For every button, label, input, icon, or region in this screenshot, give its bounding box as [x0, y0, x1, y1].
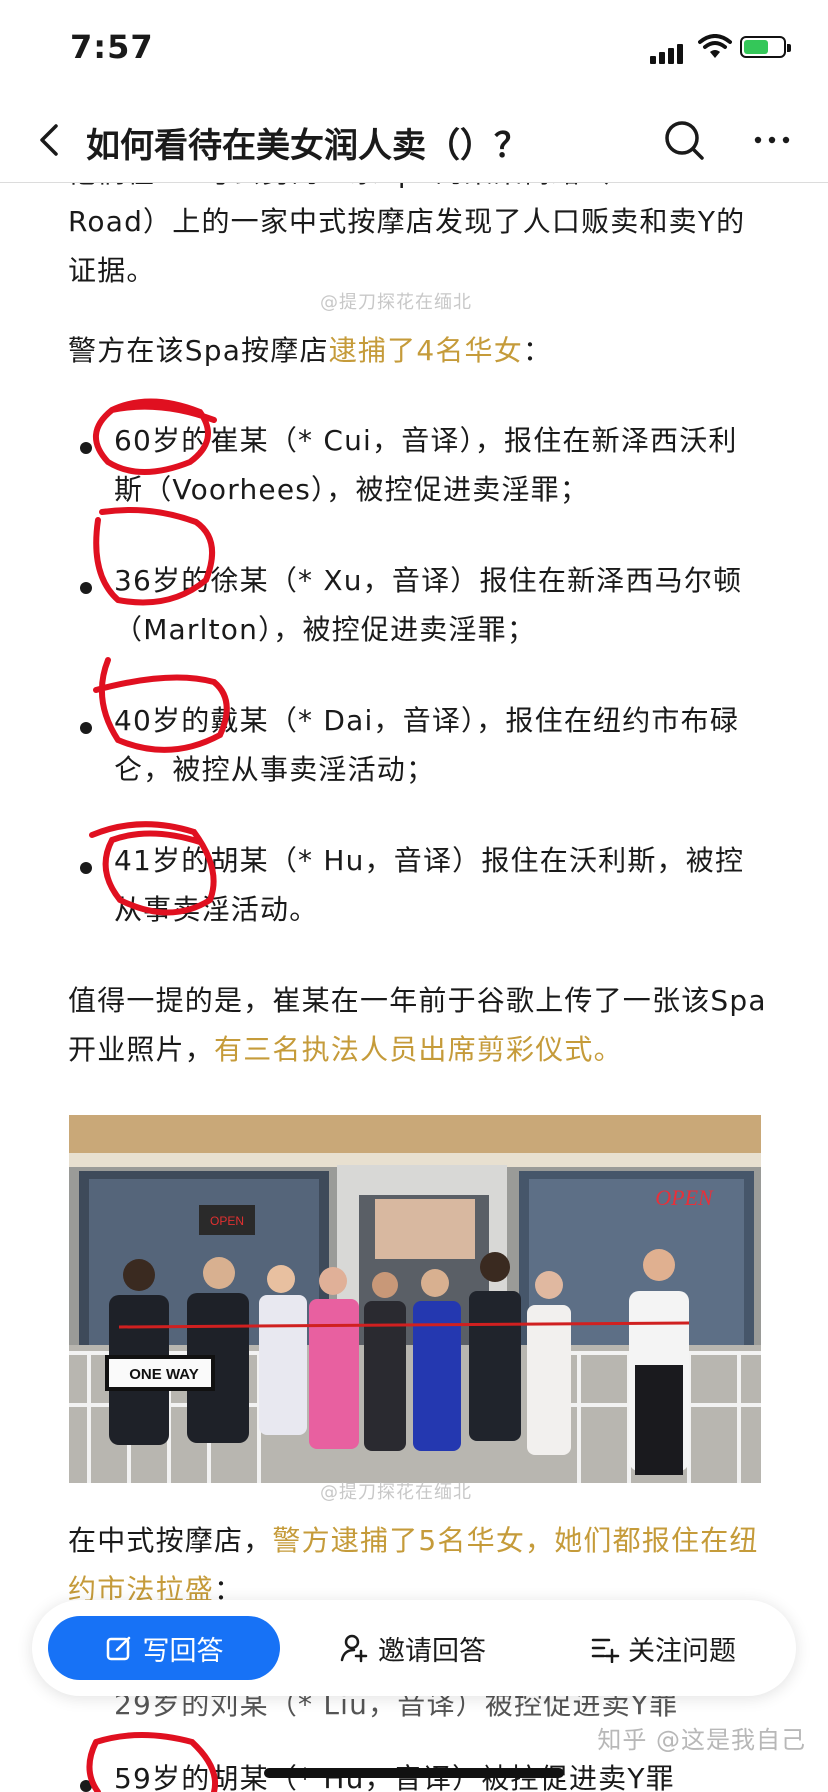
- intro-paragraph: Road）上的一家中式按摩店发现了人口贩卖和卖Y的证据。: [68, 205, 746, 287]
- watermark-text: @提刀探花在缅北: [320, 292, 472, 313]
- open-sign-left: OPEN: [210, 1214, 244, 1228]
- bullet-dot: [80, 442, 92, 454]
- back-arrow-icon[interactable]: [30, 120, 70, 160]
- bullet-age: 41岁的: [114, 844, 211, 877]
- zhihu-watermark: 知乎 @这是我自己: [597, 1726, 806, 1754]
- search-icon[interactable]: [662, 118, 706, 162]
- write-answer-label: 写回答: [142, 1635, 224, 1667]
- follow-question-button[interactable]: 关注问题: [590, 1616, 736, 1680]
- photo-illustration: OPEN OPEN ONE WAY: [69, 1115, 761, 1483]
- invite-answer-button[interactable]: 邀请回答: [340, 1616, 486, 1680]
- list-item: 36岁的徐某（* Xu，音译）报住在新泽西马尔顿（Marlton），被控促进卖淫…: [114, 556, 764, 654]
- note-highlight-link[interactable]: 有三名执法人员出席剪彩仪式。: [214, 1033, 623, 1066]
- follow-list-icon: [591, 1638, 620, 1663]
- list-item: 40岁的戴某（* Dai，音译），报住在纽约市布碌仑，被控从事卖淫活动；: [114, 696, 764, 794]
- bullet-age: 59岁的: [114, 1762, 211, 1792]
- more-icon[interactable]: [750, 118, 794, 162]
- police-prefix: 警方在该Spa按摩店: [68, 334, 329, 367]
- one-way-sign: ONE WAY: [129, 1366, 198, 1383]
- police-paragraph: 警方在该Spa按摩店逮捕了4名华女：: [68, 326, 768, 375]
- write-answer-button[interactable]: 写回答: [48, 1616, 280, 1680]
- follow-question-label: 关注问题: [628, 1635, 736, 1667]
- second-prefix: 在中式按摩店，: [68, 1524, 273, 1557]
- invite-user-icon: [340, 1634, 368, 1663]
- nav-bar: 如何看待在美女润人卖（）？: [0, 100, 828, 183]
- police-highlight-link[interactable]: 逮捕了4名华女: [329, 334, 523, 367]
- bullet-dot: [80, 1780, 92, 1792]
- edit-icon: [106, 1636, 130, 1661]
- list-item: 60岁的崔某（* Cui，音译），报住在新泽西沃利斯（Voorhees），被控促…: [114, 416, 764, 514]
- wifi-icon: [698, 34, 732, 58]
- battery-icon: [740, 36, 791, 58]
- police-suffix: ：: [522, 334, 553, 367]
- storefront-photo[interactable]: OPEN OPEN ONE WAY: [69, 1115, 761, 1483]
- system-icons: [650, 34, 791, 64]
- photo-watermark: @提刀探花在缅北: [320, 1482, 472, 1503]
- question-title: 如何看待在美女润人卖（）？: [86, 126, 528, 166]
- open-sign-right: OPEN: [655, 1185, 714, 1210]
- answer-content: 他们在7.9号去剪的一家Spa的某某街路（Greentree Road）上的一家…: [0, 170, 828, 1792]
- bullet-age: 60岁的: [114, 424, 211, 457]
- bullet-dot: [80, 862, 92, 874]
- invite-answer-label: 邀请回答: [378, 1635, 486, 1667]
- bullet-dot: [80, 582, 92, 594]
- list-item: 41岁的胡某（* Hu，音译）报住在沃利斯，被控从事卖淫活动。: [114, 836, 764, 934]
- note-paragraph: 值得一提的是，崔某在一年前于谷歌上传了一张该Spa开业照片，有三名执法人员出席剪…: [68, 976, 768, 1074]
- bottom-action-bar: 写回答 邀请回答 关注问题: [32, 1600, 796, 1696]
- bullet-dot: [80, 722, 92, 734]
- status-time: 7:57: [70, 28, 154, 66]
- status-bar: 7:57: [0, 0, 828, 100]
- bullet-age: 40岁的: [114, 704, 211, 737]
- home-indicator[interactable]: [264, 1768, 564, 1778]
- bullet-age: 36岁的: [114, 564, 211, 597]
